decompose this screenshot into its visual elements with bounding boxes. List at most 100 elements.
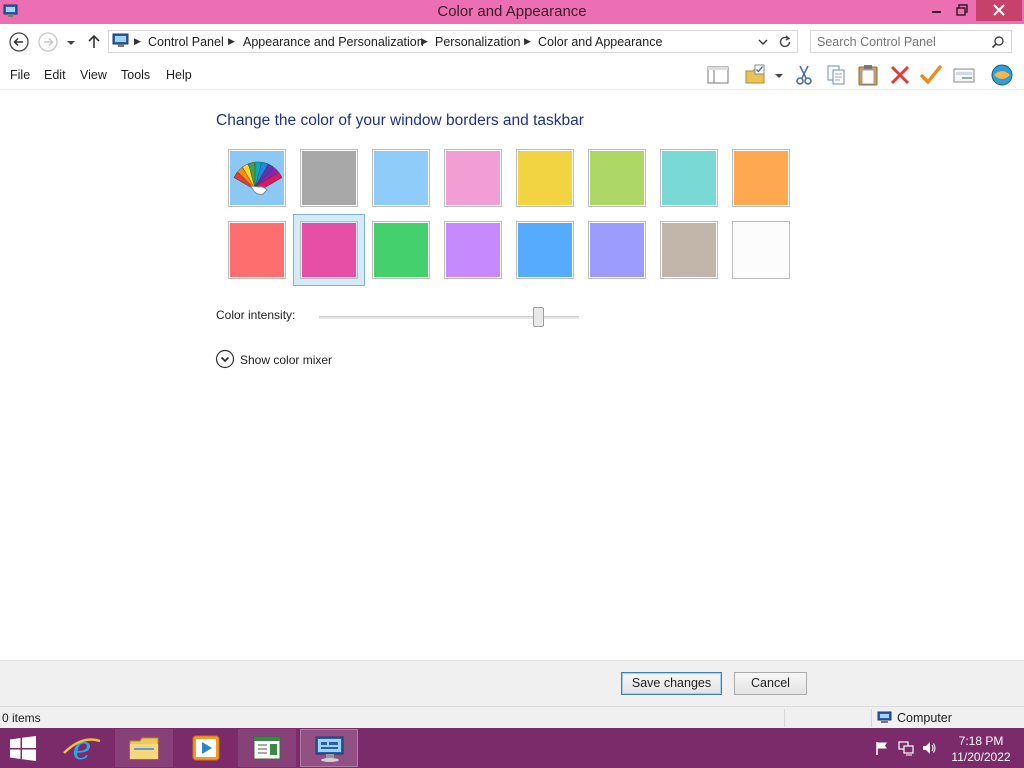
- folder-icon: [129, 737, 159, 760]
- swatch-fill: [734, 223, 788, 277]
- color-swatch-orange[interactable]: [732, 149, 790, 207]
- page-heading: Change the color of your window borders …: [216, 112, 584, 129]
- swatch-fill: [446, 151, 500, 205]
- close-button[interactable]: [976, 0, 1022, 21]
- delete-icon[interactable]: [888, 63, 912, 87]
- swatch-fill: [374, 223, 428, 277]
- color-swatch-yellow[interactable]: [516, 149, 574, 207]
- search-input[interactable]: [817, 34, 987, 50]
- menu-edit[interactable]: Edit: [44, 68, 66, 82]
- cancel-button[interactable]: Cancel: [734, 672, 807, 695]
- menu-bar: File Edit View Tools Help: [0, 60, 1024, 90]
- color-swatch-white[interactable]: [732, 221, 790, 279]
- breadcrumb-separator-icon: ▶: [134, 36, 141, 46]
- breadcrumb-separator-icon: ▶: [228, 36, 235, 46]
- color-swatch-taupe[interactable]: [660, 221, 718, 279]
- swatch-fill: [446, 223, 500, 277]
- color-swatch-gray[interactable]: [300, 149, 358, 207]
- breadcrumb-color-appearance[interactable]: Color and Appearance: [538, 35, 662, 49]
- item-count: 0 items: [2, 711, 41, 725]
- breadcrumb[interactable]: ▶ Control Panel ▶ Appearance and Persona…: [108, 30, 798, 53]
- color-swatch-magenta[interactable]: [300, 221, 358, 279]
- window-title: Color and Appearance: [437, 3, 587, 20]
- back-button[interactable]: [8, 31, 30, 53]
- computer-icon: [877, 711, 892, 723]
- control-panel-icon: [112, 33, 129, 47]
- color-swatch-light-blue[interactable]: [372, 149, 430, 207]
- location-label: Computer: [897, 711, 952, 725]
- file-explorer-taskbar-button[interactable]: [115, 729, 173, 767]
- folder-options-icon[interactable]: [744, 63, 768, 87]
- swatch-fill: [590, 151, 644, 205]
- forward-button[interactable]: [37, 31, 59, 53]
- expand-chevron-icon[interactable]: [215, 349, 235, 369]
- color-swatch-blue[interactable]: [516, 221, 574, 279]
- color-swatch-automatic[interactable]: [228, 149, 286, 207]
- menu-tools[interactable]: Tools: [121, 68, 150, 82]
- swatch-fill: [662, 223, 716, 277]
- checkmark-icon[interactable]: [919, 63, 943, 87]
- action-center-flag-icon[interactable]: [874, 740, 890, 756]
- refresh-icon[interactable]: [777, 34, 793, 50]
- internet-explorer-icon[interactable]: e: [53, 729, 111, 767]
- color-swatch-periwinkle[interactable]: [588, 221, 646, 279]
- breadcrumb-separator-icon: ▶: [421, 36, 428, 46]
- appearance-globe-icon[interactable]: [990, 63, 1014, 87]
- color-swatch-lime[interactable]: [588, 149, 646, 207]
- document-window-icon: [253, 736, 281, 760]
- save-changes-button[interactable]: Save changes: [621, 672, 722, 695]
- swatch-fill: [590, 223, 644, 277]
- status-divider: [784, 709, 785, 727]
- folder-options-dropdown-icon[interactable]: [772, 63, 786, 87]
- breadcrumb-appearance-personalization[interactable]: Appearance and Personalization: [243, 35, 424, 49]
- color-swatch-green[interactable]: [372, 221, 430, 279]
- menu-view[interactable]: View: [80, 68, 107, 82]
- volume-icon[interactable]: [921, 740, 937, 756]
- color-intensity-slider-thumb[interactable]: [533, 307, 545, 327]
- swatch-fill: [518, 223, 572, 277]
- cut-icon[interactable]: [792, 63, 816, 87]
- color-swatch-pink[interactable]: [444, 149, 502, 207]
- up-arrow-icon[interactable]: [85, 31, 103, 53]
- control-panel-icon: [315, 736, 344, 762]
- status-divider: [871, 709, 872, 727]
- taskbar: e 7:18 PM 11/20/2022: [0, 728, 1024, 768]
- swatch-fill: [518, 151, 572, 205]
- show-color-mixer-link[interactable]: Show color mixer: [240, 353, 332, 367]
- command-bar: Save changes Cancel: [0, 660, 1024, 706]
- breadcrumb-control-panel[interactable]: Control Panel: [148, 35, 224, 49]
- menu-help[interactable]: Help: [166, 68, 192, 82]
- address-row: ▶ Control Panel ▶ Appearance and Persona…: [0, 24, 1024, 60]
- copy-icon[interactable]: [824, 63, 848, 87]
- menu-file[interactable]: File: [10, 68, 30, 82]
- swatch-fill: [302, 151, 356, 205]
- start-windows-icon[interactable]: [9, 736, 37, 761]
- restore-button[interactable]: [949, 0, 975, 21]
- media-player-icon[interactable]: [177, 729, 235, 767]
- minimize-button[interactable]: [923, 0, 949, 21]
- status-bar: 0 items Computer: [0, 706, 1024, 728]
- swatch-fill: [374, 151, 428, 205]
- color-swatch-teal[interactable]: [660, 149, 718, 207]
- address-dropdown-icon[interactable]: [757, 36, 769, 48]
- network-icon[interactable]: [898, 740, 914, 756]
- search-box[interactable]: [810, 30, 1012, 53]
- breadcrumb-personalization[interactable]: Personalization: [435, 35, 520, 49]
- layout-pane-icon[interactable]: [706, 63, 730, 87]
- swatch-fill: [734, 151, 788, 205]
- paste-icon[interactable]: [856, 63, 880, 87]
- color-swatch-violet[interactable]: [444, 221, 502, 279]
- system-clock[interactable]: 7:18 PM 11/20/2022: [946, 733, 1016, 765]
- color-intensity-label: Color intensity:: [216, 308, 296, 322]
- notepad-taskbar-button[interactable]: [238, 729, 296, 767]
- color-swatch-red[interactable]: [228, 221, 286, 279]
- search-icon[interactable]: [991, 35, 1005, 49]
- properties-icon[interactable]: [952, 63, 976, 87]
- swatch-fill: [230, 223, 284, 277]
- clock-date: 11/20/2022: [951, 750, 1011, 764]
- swatch-fill: [662, 151, 716, 205]
- clock-time: 7:18 PM: [958, 734, 1004, 748]
- breadcrumb-separator-icon: ▶: [524, 36, 531, 46]
- control-panel-taskbar-button[interactable]: [300, 729, 358, 767]
- recent-pages-chevron-icon[interactable]: [63, 31, 79, 53]
